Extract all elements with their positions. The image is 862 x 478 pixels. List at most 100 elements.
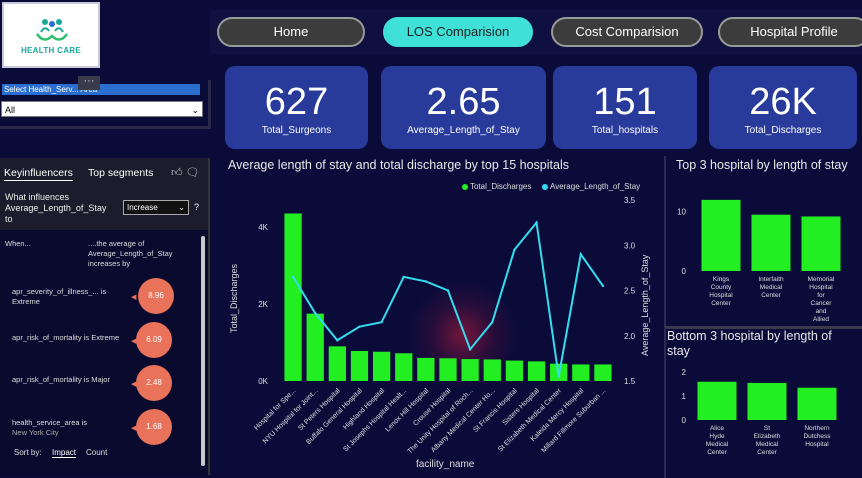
point-average-length-of-stay: [557, 375, 560, 378]
tab-key-influencers[interactable]: Keyinfluencers: [4, 167, 73, 181]
kpi-card-total-hospitals: 151 Total_hospitals: [553, 66, 697, 149]
point-average-length-of-stay: [491, 320, 494, 324]
x-tick-label: St Peters Hospital: [297, 387, 342, 432]
y-axis-title: Total_Discharges: [229, 263, 239, 333]
x-tick-label: St Elizabeth Medical Center: [754, 425, 781, 456]
x-tick-label: Alice Hyde Medical Center: [706, 425, 729, 456]
kpi-card-total-discharges: 26K Total_Discharges: [709, 66, 857, 149]
nav-cost-comparision-button[interactable]: Cost Comparision: [551, 17, 703, 47]
y-tick-label: 2K: [258, 300, 268, 309]
point-average-length-of-stay: [601, 284, 605, 288]
help-icon[interactable]: ?: [194, 202, 199, 212]
point-average-length-of-stay: [314, 311, 317, 315]
point-average-length-of-stay: [424, 280, 428, 283]
kpi-card-total-surgeons: 627 Total_Surgeons: [225, 66, 368, 149]
y2-tick-label: 3.0: [624, 241, 636, 250]
bar-total-discharges: [527, 361, 546, 381]
pointer-icon: ◀: [131, 294, 137, 301]
nav-home-button[interactable]: Home: [217, 17, 365, 47]
kpi-card-average-length-of-stay: 2.65 Average_Length_of_Stay: [381, 66, 546, 149]
y2-tick-label: 2.5: [624, 287, 636, 296]
bar: [747, 382, 787, 420]
influence-bubble[interactable]: 1.68: [136, 409, 172, 445]
kpi-label: Total_hospitals: [591, 125, 659, 136]
bottom3-title: Bottom 3 hospital by length of stay: [667, 329, 832, 358]
y-tick-label: 10: [677, 208, 686, 217]
more-options-icon[interactable]: ···: [78, 76, 100, 90]
kpi-value: 2.65: [426, 81, 501, 123]
point-average-length-of-stay: [535, 221, 538, 224]
x-tick-label: MemorialHospitalforCancerandAlliedDiseas…: [808, 276, 835, 324]
influencer-factor[interactable]: apr_risk_of_mortality is Extreme: [12, 333, 122, 343]
point-average-length-of-stay: [446, 289, 450, 292]
x-axis-title: facility_name: [416, 459, 475, 470]
bar-total-discharges: [350, 350, 369, 381]
sort-count-option[interactable]: Count: [86, 448, 107, 457]
point-average-length-of-stay: [291, 275, 295, 279]
point-average-length-of-stay: [380, 320, 383, 324]
factor-label: health_service_area is: [12, 418, 88, 427]
dropdown-value: All: [5, 105, 16, 115]
y-tick-label: 2: [682, 368, 687, 377]
factor-label: apr_severity_of_illness_... is Extreme: [12, 287, 107, 306]
bar-total-discharges: [483, 359, 501, 381]
point-average-length-of-stay: [579, 253, 582, 256]
bar-total-discharges: [572, 364, 590, 381]
point-average-length-of-stay: [402, 275, 405, 279]
bar: [801, 216, 841, 271]
y-tick-label: 0: [682, 416, 687, 425]
influence-bubble[interactable]: 2.48: [136, 365, 172, 401]
nav-los-comparision-button[interactable]: LOS Comparision: [383, 17, 533, 47]
comment-icon[interactable]: 🗨︎: [186, 167, 200, 179]
bar-total-discharges: [372, 351, 391, 381]
kpi-value: 627: [264, 81, 329, 123]
nav-hospital-profile-button[interactable]: Hospital Profile: [718, 17, 862, 47]
bar: [751, 214, 791, 271]
bar-total-discharges: [505, 360, 524, 381]
logo-text: HEALTH CARE: [20, 46, 82, 55]
bar-total-discharges: [439, 358, 457, 381]
sort-impact-option[interactable]: Impact: [52, 448, 77, 458]
increase-decrease-dropdown[interactable]: Increase ⌄: [123, 200, 189, 215]
tab-top-segments[interactable]: Top segments: [88, 167, 153, 179]
kpi-value: 26K: [749, 81, 817, 123]
influences-question: What influences Average_Length_of_Stay t…: [5, 192, 107, 224]
x-tick-label: Highland Hospital: [342, 387, 386, 431]
y-tick-label: 0: [682, 267, 687, 276]
point-average-length-of-stay: [513, 248, 516, 251]
bar: [797, 387, 837, 420]
point-average-length-of-stay: [468, 348, 472, 351]
bar-total-discharges: [417, 357, 435, 381]
thumbs-up-icon[interactable]: 👍︎: [171, 167, 183, 179]
scrollbar[interactable]: [201, 236, 205, 466]
bar: [701, 199, 741, 271]
bar-total-discharges: [328, 346, 346, 381]
kpi-value: 151: [593, 81, 657, 123]
influence-bubble[interactable]: 8.96: [138, 278, 174, 314]
bar-total-discharges: [461, 359, 479, 381]
x-tick-label: Kings County Hospital Center: [709, 276, 733, 307]
bar: [697, 381, 737, 420]
health-care-logo: HEALTH CARE: [2, 2, 100, 68]
top3-bar-chart: 0 10 Kings County Hospital Center Interfaith Me…: [677, 199, 841, 324]
chevron-down-icon: ⌄: [191, 105, 199, 115]
bar-total-discharges: [284, 213, 302, 381]
sort-by-label: Sort by:: [14, 448, 42, 457]
influencer-factor[interactable]: apr_risk_of_mortality is Major: [12, 375, 122, 385]
top3-title: Top 3 hospital by length of stay: [676, 158, 848, 172]
influencer-factor[interactable]: apr_severity_of_illness_... is Extreme: [12, 287, 122, 307]
y-tick-label: 0K: [258, 377, 268, 386]
influencer-factor[interactable]: health_service_area is New York City: [12, 418, 122, 438]
y-tick-label: 4K: [258, 223, 268, 232]
effect-column-header: ....the average of Average_Length_of_Sta…: [88, 239, 173, 268]
factor-label: apr_risk_of_mortality is Major: [12, 375, 110, 384]
x-tick-label: Northern Dutchess Hospital: [803, 425, 831, 448]
logo-people-icon: [35, 19, 69, 41]
y2-tick-label: 2.0: [624, 332, 636, 341]
influence-bubble[interactable]: 6.09: [136, 322, 172, 358]
chevron-down-icon: ⌄: [178, 203, 185, 212]
health-service-area-dropdown[interactable]: All ⌄: [1, 101, 203, 117]
kpi-label: Total_Discharges: [744, 125, 822, 136]
y2-tick-label: 1.5: [624, 377, 636, 386]
factor-label: apr_risk_of_mortality is Extreme: [12, 333, 120, 342]
